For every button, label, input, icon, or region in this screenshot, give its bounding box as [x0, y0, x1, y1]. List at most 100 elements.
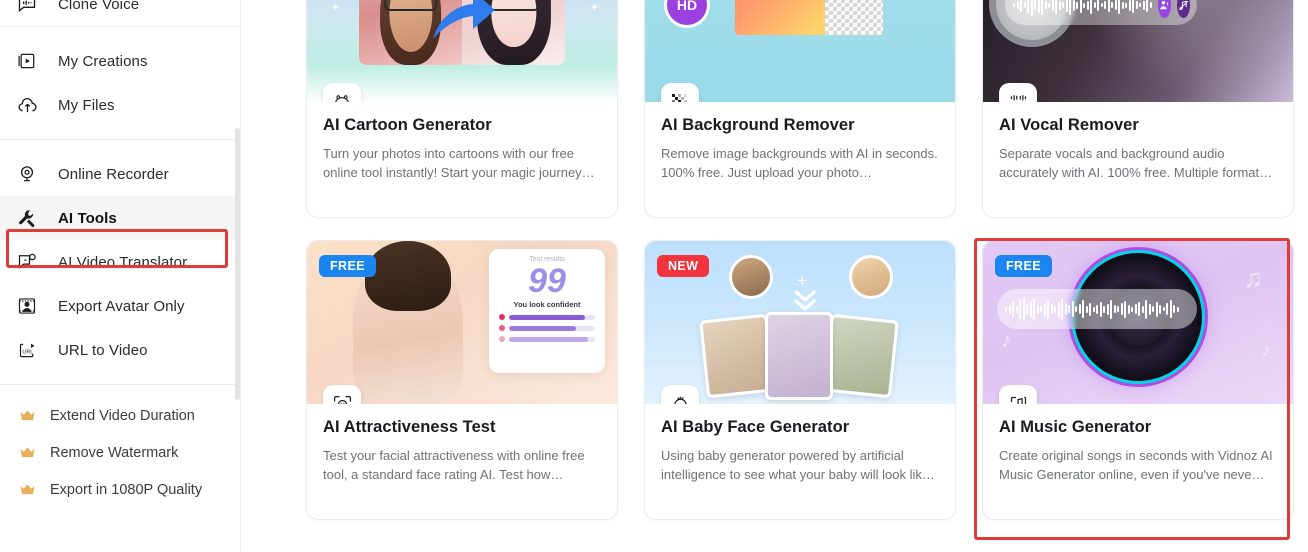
card-text: AI Vocal Remover Separate vocals and bac… [983, 102, 1293, 182]
card-artwork: ♫ ♪ ♪ FREE AI [983, 241, 1293, 404]
sidebar-item-export-avatar-only[interactable]: Export Avatar Only [0, 284, 240, 328]
sidebar-item-export-1080p[interactable]: Export in 1080P Quality [0, 471, 240, 508]
result-bar [499, 325, 595, 331]
baby-photo [823, 313, 899, 399]
sidebar-scrollbar-thumb[interactable] [235, 128, 240, 400]
music-note-icon: ♫ [1243, 263, 1264, 293]
plus-icon: + [797, 271, 807, 290]
sidebar-item-clone-voice[interactable]: Clone Voice [0, 0, 240, 26]
sparkle-icon: ✦ [331, 2, 341, 14]
tools-main-panel: ✦ ✦ AI Cartoon Generator Turn your photo… [241, 0, 1308, 552]
card-title: AI Baby Face Generator [661, 418, 850, 436]
sidebar-item-url-to-video[interactable]: URL URL to Video [0, 328, 240, 372]
music-muted-icon [1176, 0, 1190, 18]
sidebar-scrollbar-track[interactable] [234, 0, 240, 552]
cartoon-face-icon [323, 83, 361, 102]
card-artwork: ✂ HD [645, 0, 955, 102]
ai-tools-icon [16, 207, 38, 229]
export-avatar-only-icon [16, 295, 38, 317]
tool-card-ai-attractiveness-test[interactable]: Test results 99 You look confident FREE … [306, 240, 618, 520]
sidebar-item-online-recorder[interactable]: Online Recorder [0, 152, 240, 196]
baby-photo [765, 312, 833, 400]
sidebar-item-label: Export in 1080P Quality [50, 481, 203, 498]
card-artwork: Test results 99 You look confident FREE [307, 241, 617, 404]
tool-card-ai-cartoon-generator[interactable]: ✦ ✦ AI Cartoon Generator Turn your photo… [306, 0, 618, 218]
tool-card-ai-music-generator[interactable]: ♫ ♪ ♪ FREE AI Music Generator Create ori… [982, 240, 1294, 520]
baby-photo [699, 313, 775, 399]
card-text: AI Background Remover Remove image backg… [645, 102, 955, 182]
music-note-icon: ♪ [1001, 327, 1012, 352]
result-bar [499, 336, 595, 342]
waveform-graphic [1013, 0, 1152, 16]
sidebar-item-label: AI Tools [58, 209, 117, 227]
model-hair [365, 241, 451, 311]
card-artwork [983, 0, 1293, 102]
bar-track [509, 325, 595, 331]
parent-avatar-female [849, 255, 893, 299]
my-creations-icon [16, 50, 38, 72]
card-badge-free: FREE [995, 255, 1052, 277]
sidebar-item-ai-tools[interactable]: AI Tools [0, 196, 240, 240]
online-recorder-icon [16, 163, 38, 185]
my-files-icon [16, 94, 38, 116]
waveform-overlay [997, 289, 1197, 329]
sidebar: Clone Voice My Creations My Files Online… [0, 0, 241, 552]
microphone-icon [999, 83, 1037, 102]
sidebar-clipped-region: Clone Voice [0, 0, 240, 26]
sidebar-item-label: URL to Video [58, 341, 148, 359]
tool-card-grid: ✦ ✦ AI Cartoon Generator Turn your photo… [306, 0, 1308, 520]
transparency-checkerboard [825, 0, 884, 35]
music-ai-icon: AI [999, 385, 1037, 404]
sidebar-item-remove-watermark[interactable]: Remove Watermark [0, 434, 240, 471]
baby-face-icon [661, 385, 699, 404]
sidebar-group-files: My Creations My Files [0, 27, 240, 139]
checker-glyph [672, 94, 687, 102]
card-artwork: ✦ ✦ [307, 0, 617, 102]
vocal-track-icon [1157, 0, 1171, 18]
transform-arrow-icon [433, 0, 495, 39]
card-description: Remove image backgrounds with AI in seco… [661, 146, 938, 180]
sidebar-group-pro: Extend Video Duration Remove Watermark E… [0, 385, 240, 508]
bar-track [509, 336, 595, 342]
sidebar-item-my-creations[interactable]: My Creations [0, 39, 240, 83]
card-description: Separate vocals and background audio acc… [999, 146, 1273, 180]
bar-dot [499, 336, 505, 342]
tool-card-ai-baby-face-generator[interactable]: + NEW AI Baby Face Generator Using baby … [644, 240, 956, 520]
test-result-panel: Test results 99 You look confident [489, 249, 605, 373]
crown-icon [18, 444, 36, 462]
chevron-double-down-icon [794, 290, 816, 311]
card-badge-free: FREE [319, 255, 376, 277]
card-title: AI Background Remover [661, 116, 855, 134]
card-description: Using baby generator powered by artifici… [661, 448, 935, 482]
crown-icon [18, 407, 36, 425]
card-text: AI Music Generator Create original songs… [983, 404, 1293, 484]
sidebar-item-label: Extend Video Duration [50, 407, 195, 424]
card-artwork: + NEW [645, 241, 955, 404]
svg-text:URL: URL [22, 349, 33, 355]
parent-avatar-male [729, 255, 773, 299]
card-description: Test your facial attractiveness with onl… [323, 448, 585, 482]
bar-dot [499, 314, 505, 320]
sidebar-item-label: Online Recorder [58, 165, 169, 183]
sidebar-item-label: Export Avatar Only [58, 297, 185, 315]
sidebar-item-label: My Creations [58, 52, 148, 70]
bar-track [509, 314, 595, 320]
sidebar-item-ai-video-translator[interactable]: AI Video Translator [0, 240, 240, 284]
app-root: Clone Voice My Creations My Files Online… [0, 0, 1308, 552]
sidebar-item-label: AI Video Translator [58, 253, 188, 271]
face-scan-icon [323, 385, 361, 404]
tool-card-ai-vocal-remover[interactable]: AI Vocal Remover Separate vocals and bac… [982, 0, 1294, 218]
card-text: AI Attractiveness Test Test your facial … [307, 404, 617, 484]
card-title: AI Attractiveness Test [323, 418, 496, 436]
tool-card-ai-background-remover[interactable]: ✂ HD [644, 0, 956, 218]
sidebar-item-extend-video-duration[interactable]: Extend Video Duration [0, 397, 240, 434]
sidebar-group-tools: Online Recorder AI Tools AI Video Transl… [0, 140, 240, 384]
card-text: AI Cartoon Generator Turn your photos in… [307, 102, 617, 182]
audio-controls-overlay [1005, 0, 1197, 25]
card-title: AI Cartoon Generator [323, 116, 492, 134]
sidebar-item-my-files[interactable]: My Files [0, 83, 240, 127]
crown-icon [18, 481, 36, 499]
ai-video-translator-icon [16, 251, 38, 273]
subject-photo: ✂ [735, 0, 884, 35]
card-title: AI Music Generator [999, 418, 1152, 436]
